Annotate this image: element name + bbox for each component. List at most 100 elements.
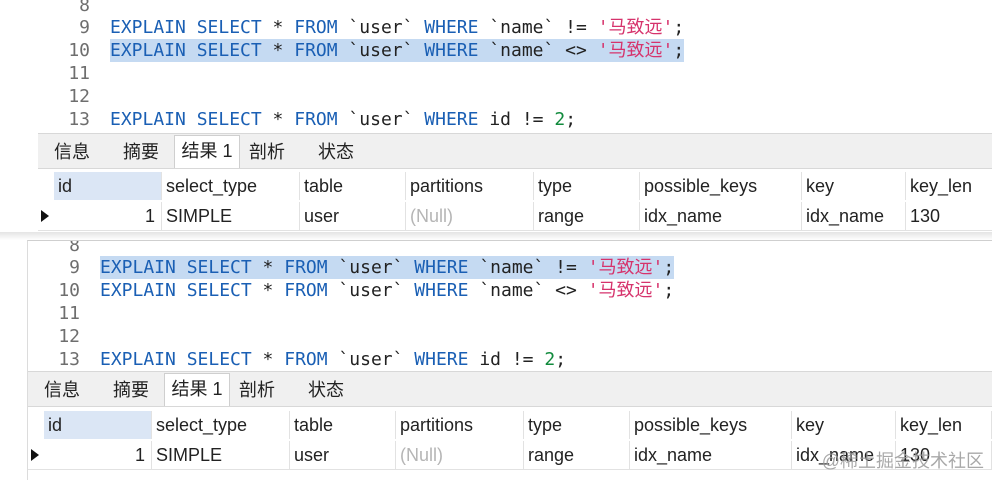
tab-profile[interactable]: 剖析 — [242, 137, 292, 167]
tab-info[interactable]: 信息 — [42, 137, 102, 167]
code-line[interactable]: 8 — [28, 241, 992, 257]
column-header-key[interactable]: key — [802, 172, 906, 200]
cell-table[interactable]: user — [300, 202, 406, 230]
sql-text: ; — [663, 257, 675, 278]
tab-result-1[interactable]: 结果 1 — [164, 373, 230, 406]
line-number: 10 — [68, 40, 90, 61]
sql-text: * — [261, 17, 295, 38]
code-line[interactable]: 11 — [38, 62, 992, 85]
cell-type[interactable]: range — [534, 202, 640, 230]
sql-editor-1[interactable]: 8 9 EXPLAIN SELECT * FROM `user` WHERE `na… — [38, 0, 992, 133]
result-tabs-2: 信息 摘要 结果 1 剖析 状态 — [28, 371, 992, 407]
sql-text: `user` — [327, 257, 415, 278]
cell-type[interactable]: range — [524, 441, 630, 469]
tab-summary[interactable]: 摘要 — [110, 137, 172, 167]
tab-status[interactable]: 状态 — [304, 137, 368, 167]
sql-number: 2 — [544, 349, 556, 370]
cell-partitions[interactable]: (Null) — [396, 441, 524, 469]
code-line[interactable]: 9 EXPLAIN SELECT * FROM `user` WHERE `nam… — [38, 16, 992, 39]
line-number: 9 — [79, 17, 90, 38]
sql-text: * — [251, 349, 285, 370]
sql-string: '马致远' — [597, 17, 674, 38]
sql-text: ; — [673, 40, 685, 61]
code-line[interactable]: 10 EXPLAIN SELECT * FROM `user` WHERE `na… — [38, 39, 992, 62]
sql-keyword: EXPLAIN SELECT — [110, 17, 262, 38]
sql-text: `name` != — [478, 17, 598, 38]
line-number: 13 — [58, 349, 80, 370]
tab-summary[interactable]: 摘要 — [100, 375, 162, 405]
code-line[interactable]: 10 EXPLAIN SELECT * FROM `user` WHERE `na… — [28, 279, 992, 302]
sql-string: '马致远' — [587, 280, 664, 301]
column-header-id[interactable]: id — [44, 411, 152, 439]
cell-key-len[interactable]: 130 — [906, 202, 992, 230]
tab-info[interactable]: 信息 — [32, 375, 92, 405]
code-line[interactable]: 12 — [28, 325, 992, 348]
code-line[interactable]: 11 — [28, 302, 992, 325]
sql-keyword: EXPLAIN SELECT — [100, 280, 252, 301]
cell-select-type[interactable]: SIMPLE — [152, 441, 290, 469]
sql-keyword: EXPLAIN SELECT — [110, 40, 262, 61]
cell-partitions[interactable]: (Null) — [406, 202, 534, 230]
cell-table[interactable]: user — [290, 441, 396, 469]
cell-key[interactable]: idx_name — [802, 202, 906, 230]
cell-id[interactable]: 1 — [54, 202, 162, 230]
sql-text: id != — [478, 109, 555, 130]
grid-header-row: id select_type table partitions type possible… — [38, 172, 992, 200]
sql-keyword: WHERE — [424, 109, 479, 130]
sql-text: * — [261, 109, 295, 130]
sql-text: `name` != — [468, 257, 588, 278]
code-text: EXPLAIN SELECT * FROM `user` WHERE `name… — [110, 39, 685, 62]
code-text: EXPLAIN SELECT * FROM `user` WHERE id !=… — [110, 108, 576, 131]
sql-keyword: WHERE — [414, 257, 469, 278]
panel-divider — [0, 232, 992, 240]
table-row[interactable]: 1 SIMPLE user (Null) range idx_name idx_name 13… — [38, 202, 992, 231]
sql-keyword: FROM — [294, 40, 338, 61]
watermark: @稀土掘金技术社区 — [821, 451, 984, 471]
column-header-type[interactable]: type — [524, 411, 630, 439]
line-number: 11 — [58, 303, 80, 324]
sql-text: * — [261, 40, 295, 61]
current-row-arrow-icon — [38, 202, 54, 230]
code-line[interactable]: 13 EXPLAIN SELECT * FROM `user` WHERE id … — [28, 348, 992, 371]
column-header-partitions[interactable]: partitions — [396, 411, 524, 439]
column-header-key-len[interactable]: key_len — [906, 172, 992, 200]
sql-number: 2 — [554, 109, 566, 130]
sql-editor-2[interactable]: 8 9 EXPLAIN SELECT * FROM `user` WHERE `na… — [28, 241, 992, 371]
column-header-select-type[interactable]: select_type — [152, 411, 290, 439]
column-header-possible-keys[interactable]: possible_keys — [640, 172, 802, 200]
column-header-type[interactable]: type — [534, 172, 640, 200]
column-header-select-type[interactable]: select_type — [162, 172, 300, 200]
column-header-key-len[interactable]: key_len — [896, 411, 992, 439]
column-header-possible-keys[interactable]: possible_keys — [630, 411, 792, 439]
current-row-arrow-icon — [28, 441, 44, 469]
sql-text: id != — [468, 349, 545, 370]
code-line[interactable]: 13 EXPLAIN SELECT * FROM `user` WHERE id … — [38, 108, 992, 131]
tab-profile[interactable]: 剖析 — [232, 375, 282, 405]
tab-result-1[interactable]: 结果 1 — [174, 135, 240, 168]
sql-keyword: EXPLAIN SELECT — [100, 349, 252, 370]
code-text: EXPLAIN SELECT * FROM `user` WHERE `name… — [110, 16, 684, 39]
cell-possible-keys[interactable]: idx_name — [630, 441, 792, 469]
code-line[interactable]: 9 EXPLAIN SELECT * FROM `user` WHERE `nam… — [28, 256, 992, 279]
sql-string: '马致远' — [587, 257, 664, 278]
cell-select-type[interactable]: SIMPLE — [162, 202, 300, 230]
sql-keyword: WHERE — [424, 40, 479, 61]
sql-text: * — [251, 257, 285, 278]
sql-text: ; — [565, 109, 577, 130]
tab-status[interactable]: 状态 — [294, 375, 358, 405]
sql-text: ; — [673, 17, 685, 38]
column-header-key[interactable]: key — [792, 411, 896, 439]
code-line[interactable]: 12 — [38, 85, 992, 108]
sql-text: `user` — [337, 17, 425, 38]
column-header-partitions[interactable]: partitions — [406, 172, 534, 200]
cell-possible-keys[interactable]: idx_name — [640, 202, 802, 230]
sql-keyword: FROM — [284, 280, 328, 301]
line-number: 9 — [69, 257, 80, 278]
column-header-table[interactable]: table — [300, 172, 406, 200]
query-panel-1: 8 9 EXPLAIN SELECT * FROM `user` WHERE `na… — [38, 0, 992, 232]
column-header-id[interactable]: id — [54, 172, 162, 200]
line-number: 8 — [69, 241, 80, 256]
cell-id[interactable]: 1 — [44, 441, 152, 469]
column-header-table[interactable]: table — [290, 411, 396, 439]
code-line[interactable]: 8 — [38, 0, 992, 17]
